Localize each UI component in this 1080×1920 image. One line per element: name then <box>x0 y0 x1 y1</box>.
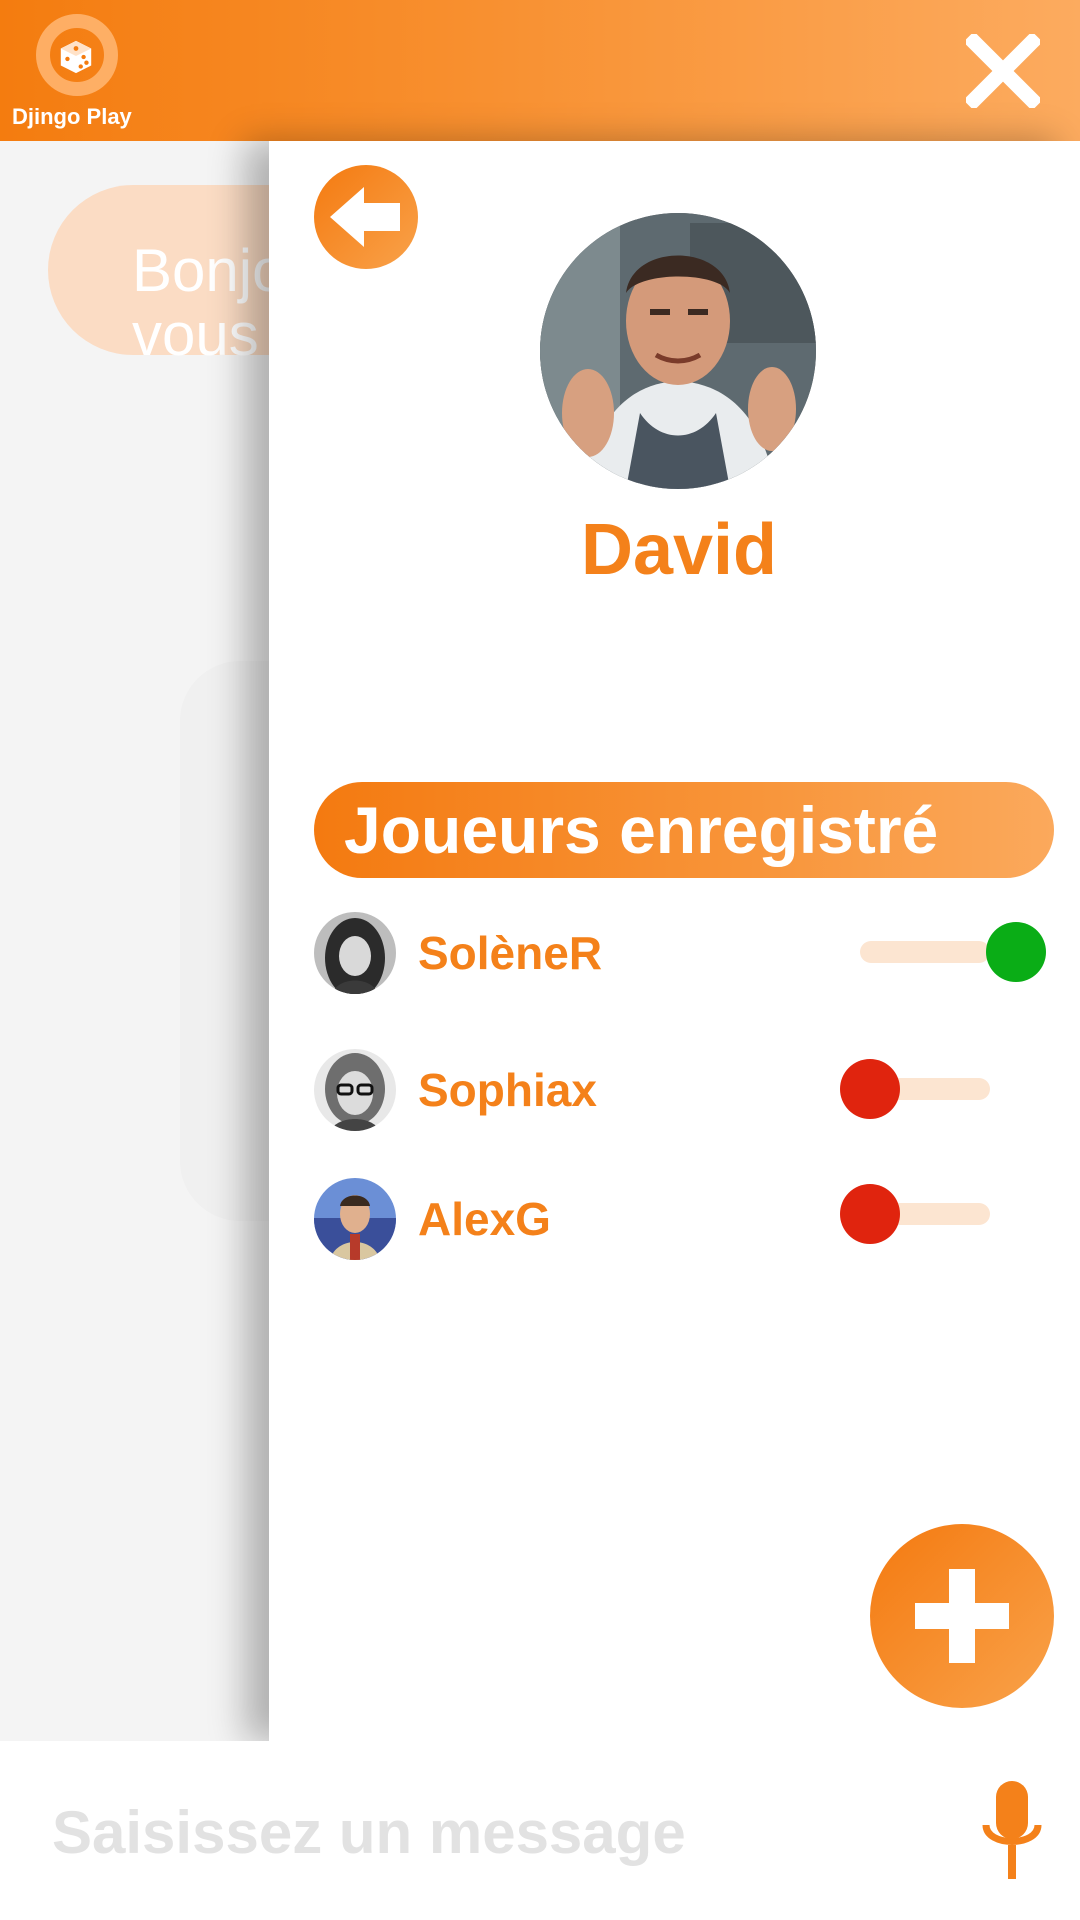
back-arrow-icon <box>330 187 400 247</box>
top-bar: Djingo Play <box>0 0 1080 141</box>
message-composer <box>0 1741 1080 1920</box>
plus-icon <box>915 1569 1009 1663</box>
players-section-title: Joueurs enregistré <box>344 793 939 867</box>
player-toggle-on[interactable] <box>860 922 1050 982</box>
player-row: AlexG <box>314 1178 1054 1260</box>
add-player-button[interactable] <box>870 1524 1054 1708</box>
app-screen: Djingo Play Bonjo vous David Joueurs enr… <box>0 0 1080 1920</box>
player-toggle-off[interactable] <box>840 1059 1030 1119</box>
player-row: Sophiax <box>314 1049 1054 1131</box>
toggle-track <box>860 941 990 963</box>
player-avatar <box>314 1049 396 1131</box>
player-avatar <box>314 1178 396 1260</box>
profile-photo <box>540 213 816 489</box>
message-input[interactable] <box>50 1781 934 1883</box>
back-button[interactable] <box>314 165 418 269</box>
player-name: Sophiax <box>418 1064 597 1116</box>
toggle-knob <box>840 1059 900 1119</box>
player-avatar <box>314 912 396 994</box>
app-name: Djingo Play <box>12 104 132 129</box>
microphone-icon[interactable] <box>982 1781 1042 1881</box>
profile-avatar <box>540 213 816 489</box>
player-name: AlexG <box>418 1193 551 1245</box>
toggle-knob <box>986 922 1046 982</box>
toggle-knob <box>840 1184 900 1244</box>
player-toggle-off[interactable] <box>840 1184 1030 1244</box>
profile-name: David <box>580 510 778 590</box>
close-icon[interactable] <box>966 34 1040 108</box>
dice-icon <box>60 40 92 74</box>
profile-panel: David Joueurs enregistré SolèneR Sophiax… <box>269 141 1080 1741</box>
player-row: SolèneR <box>314 912 1054 994</box>
app-logo[interactable]: Djingo Play <box>10 10 140 135</box>
player-name: SolèneR <box>418 927 603 979</box>
players-section-header: Joueurs enregistré <box>314 782 1054 878</box>
